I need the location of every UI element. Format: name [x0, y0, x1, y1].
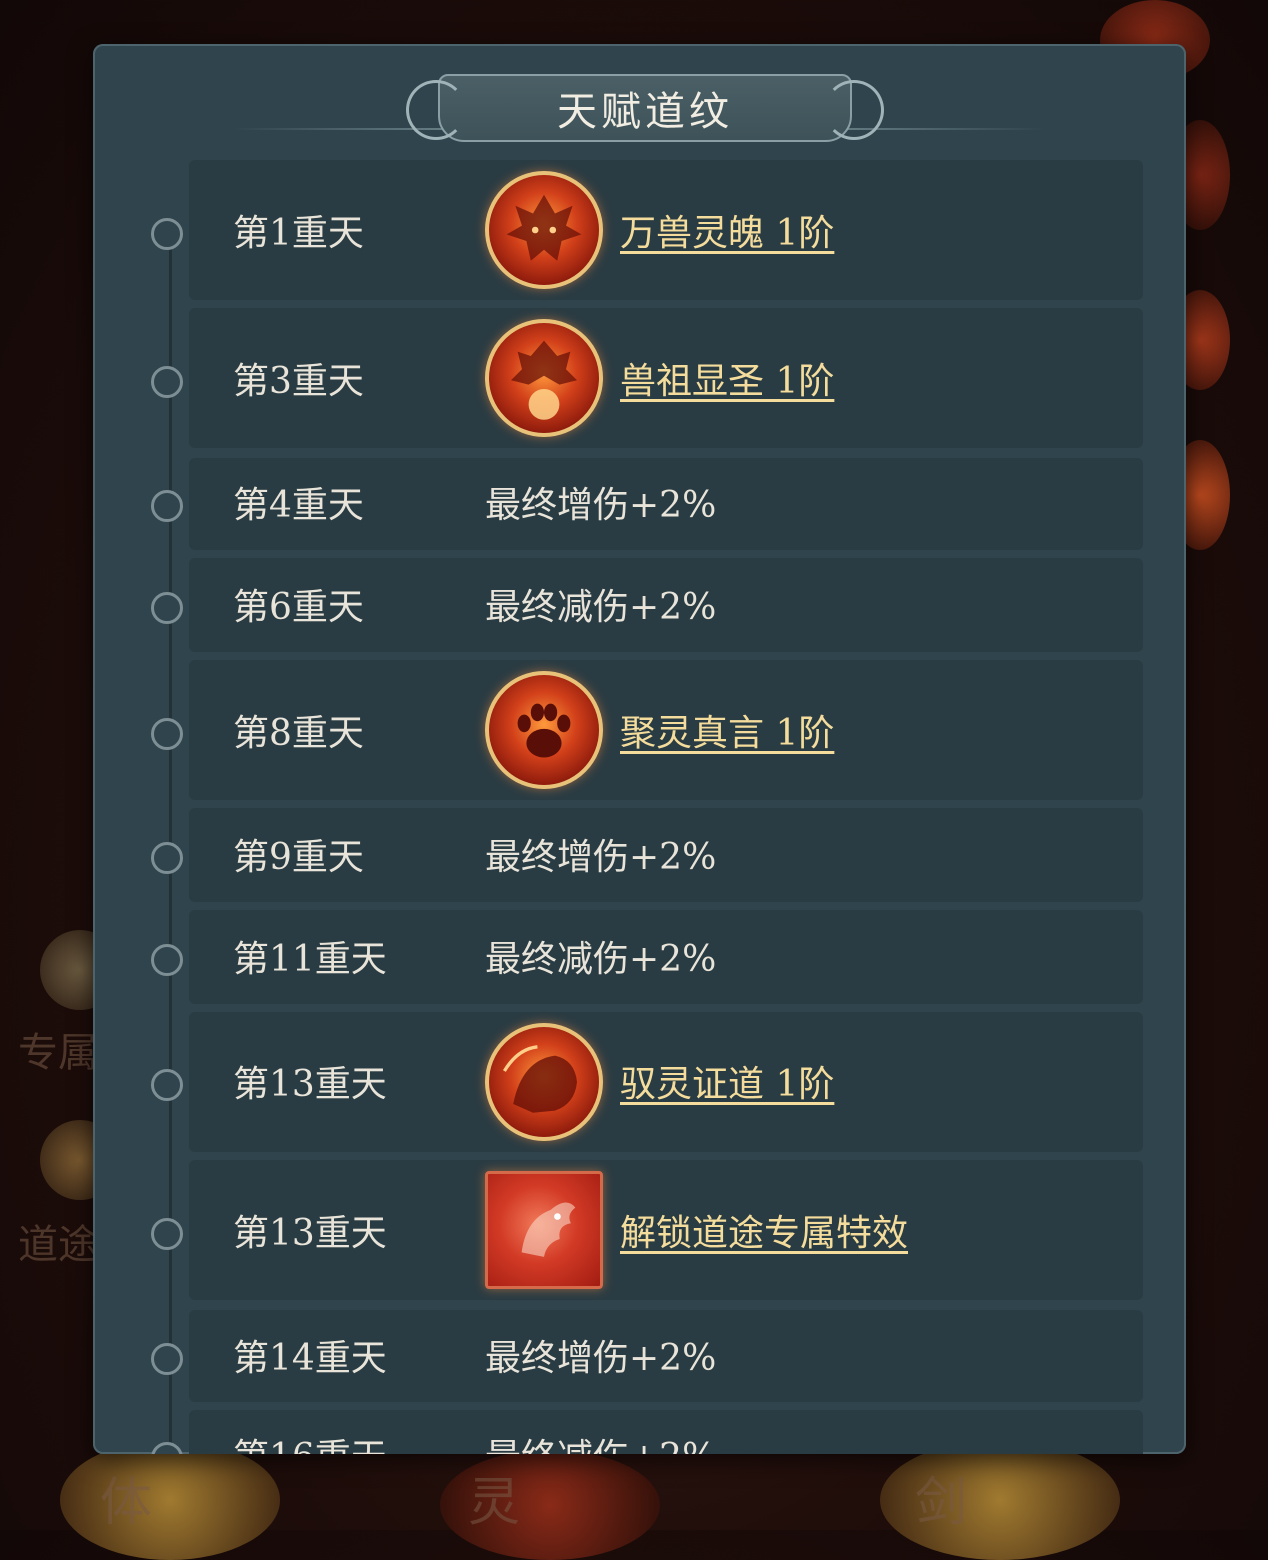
timeline-node [151, 1069, 183, 1101]
stat-bonus: 最终减伤+2% [485, 587, 717, 628]
lion-beast-icon[interactable] [485, 1023, 603, 1141]
skill-link[interactable]: 解锁道途专属特效 [620, 1212, 908, 1256]
background-orb [60, 1440, 280, 1560]
dragon-effect-icon[interactable] [485, 1171, 603, 1289]
tier-label: 第8重天 [233, 713, 364, 754]
timeline-node [151, 1218, 183, 1250]
tier-label: 第4重天 [233, 485, 364, 526]
skill-link[interactable]: 驭灵证道 1阶 [620, 1063, 834, 1107]
beast-soul-icon[interactable] [485, 171, 603, 289]
cloud-swirl-icon [406, 80, 466, 140]
timeline-node [151, 592, 183, 624]
tier-label: 第1重天 [233, 213, 364, 254]
skill-link[interactable]: 兽祖显圣 1阶 [620, 360, 834, 404]
panel-header: 天赋道纹 [93, 68, 1186, 148]
title-plaque: 天赋道纹 [406, 74, 884, 142]
timeline-node [151, 1442, 183, 1454]
background-label: 体 [100, 1473, 153, 1533]
cloud-swirl-icon [824, 80, 884, 140]
background-label: 专属 [18, 1030, 98, 1076]
tier-label: 第6重天 [233, 587, 364, 628]
stat-bonus: 最终减伤+2% [485, 939, 717, 980]
timeline-node [151, 944, 183, 976]
timeline-node [151, 1343, 183, 1375]
talent-panel: 天赋道纹 第1重天 万兽灵魄 1阶 第3重天 兽祖显圣 1阶 第4重天 最终增伤… [93, 44, 1186, 1454]
tier-label: 第13重天 [233, 1213, 387, 1254]
tier-label: 第11重天 [233, 939, 387, 980]
timeline-node [151, 218, 183, 250]
background-label: 灵 [468, 1473, 521, 1533]
background-label: 道途 [18, 1222, 98, 1268]
timeline-node [151, 366, 183, 398]
stat-bonus: 最终减伤+2% [485, 1438, 716, 1455]
timeline-line [169, 224, 172, 1454]
tier-label: 第9重天 [233, 837, 364, 878]
timeline-node [151, 490, 183, 522]
stat-bonus: 最终增伤+2% [485, 485, 717, 526]
tier-label: 第14重天 [233, 1338, 387, 1379]
tier-label: 第13重天 [233, 1064, 387, 1105]
tier-label: 第16重天 [233, 1438, 387, 1455]
beast-ancestor-icon[interactable] [485, 319, 603, 437]
skill-link[interactable]: 聚灵真言 1阶 [620, 712, 834, 756]
background-label: 剑 [915, 1473, 968, 1533]
skill-link[interactable]: 万兽灵魄 1阶 [620, 212, 834, 256]
paw-print-icon[interactable] [485, 671, 603, 789]
timeline-node [151, 718, 183, 750]
tier-label: 第3重天 [233, 361, 364, 402]
panel-title: 天赋道纹 [557, 89, 733, 135]
timeline-node [151, 842, 183, 874]
stat-bonus: 最终增伤+2% [485, 837, 717, 878]
stat-bonus: 最终增伤+2% [485, 1338, 717, 1379]
